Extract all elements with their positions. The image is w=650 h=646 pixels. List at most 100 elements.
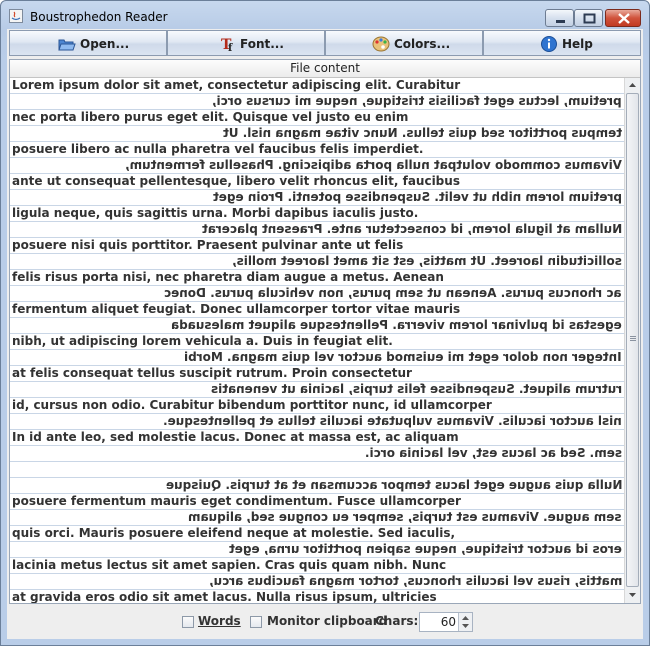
table-row[interactable]: nec porta libero purus eget elit. Quisqu… xyxy=(10,110,624,126)
row-text: Nulla quis augue eget lacus tempor accum… xyxy=(165,478,622,492)
scroll-up-arrow-icon[interactable] xyxy=(625,78,640,93)
row-text: at felis consequat tellus suscipit rutru… xyxy=(12,366,412,380)
open-button[interactable]: Open... xyxy=(9,30,167,56)
row-text: eros id auctor tristique, neque sapien p… xyxy=(229,542,622,556)
table-row[interactable]: posuere fermentum mauris eget condimentu… xyxy=(10,494,624,510)
table-row[interactable]: felis risus porta nisi, nec pharetra dia… xyxy=(10,270,624,286)
maximize-button[interactable] xyxy=(574,9,603,27)
row-text: quis orci. Mauris posuere eleifend neque… xyxy=(12,526,456,540)
row-text: nisl auctor iaculis. Vivamus vulputate i… xyxy=(163,414,622,428)
close-button[interactable] xyxy=(605,9,641,27)
close-icon xyxy=(618,13,630,24)
column-header[interactable]: File content xyxy=(10,60,640,78)
row-text: nec porta libero purus eget elit. Quisqu… xyxy=(12,110,409,124)
table-row[interactable]: posuere libero ac nulla pharetra vel fau… xyxy=(10,142,624,158)
table-row[interactable]: Nullam at ligula lorem, id consectetur a… xyxy=(10,222,624,238)
colors-button[interactable]: Colors... xyxy=(325,30,483,56)
row-text: sem. Sed ac lacus est, vel lacinia orci. xyxy=(365,446,622,460)
row-text: ac rhoncus purus. Aenean ut sem purus, n… xyxy=(164,286,622,300)
table-row[interactable]: Nulla quis augue eget lacus tempor accum… xyxy=(10,478,624,494)
row-text: nibh, ut adipiscing lorem vehicula a. Du… xyxy=(12,334,393,348)
table-row[interactable]: nisl auctor iaculis. Vivamus vulputate i… xyxy=(10,414,624,430)
colors-label: Colors... xyxy=(394,37,451,51)
scrollbar-thumb[interactable] xyxy=(626,93,639,587)
row-text: Vivamus commodo volutpat nulla porta adi… xyxy=(125,158,622,172)
table-row[interactable]: rutrum aliquet. Suspendisse felis turpis… xyxy=(10,382,624,398)
table-row[interactable]: sollicitudin laoreet. Ut mattis, est sit… xyxy=(10,254,624,270)
row-text: sem augue. Vivamus est turpis, semper eu… xyxy=(188,510,622,524)
table-row[interactable]: mattis, risus vel iaculis rhoncus, torto… xyxy=(10,574,624,590)
table-row[interactable]: at felis consequat tellus suscipit rutru… xyxy=(10,366,624,382)
svg-text:f: f xyxy=(228,43,233,53)
row-text: pretium, lectus eget facilisis tristique… xyxy=(212,94,622,108)
row-text: at gravida eros odio sit amet lacus. Nul… xyxy=(12,590,437,603)
words-checkbox[interactable] xyxy=(182,616,194,628)
java-app-icon xyxy=(9,9,23,23)
open-label: Open... xyxy=(80,37,130,51)
table-row[interactable]: pretium lorem nibh ut velit. Suspendisse… xyxy=(10,190,624,206)
table-row[interactable]: eros id auctor tristique, neque sapien p… xyxy=(10,542,624,558)
spinner-buttons[interactable] xyxy=(458,613,472,631)
table-row[interactable] xyxy=(10,462,624,478)
font-icon: T f xyxy=(221,37,233,53)
scroll-down-arrow-icon[interactable] xyxy=(625,587,640,602)
row-text: posuere nisi quis porttitor. Praesent pu… xyxy=(12,238,404,252)
row-text: mattis, risus vel iaculis rhoncus, torto… xyxy=(208,574,622,588)
table-row[interactable]: egestas id pulvinar lorem viverra. Pelle… xyxy=(10,318,624,334)
row-text: pretium lorem nibh ut velit. Suspendisse… xyxy=(212,190,622,204)
table-row[interactable]: Integer non dolor eget mi euismod auctor… xyxy=(10,350,624,366)
table-row[interactable]: tempus porttitor sed quis tellus. Nunc v… xyxy=(10,126,624,142)
table-row[interactable]: lacinia metus lectus sit amet sapien. Cr… xyxy=(10,558,624,574)
minimize-button[interactable] xyxy=(545,9,574,27)
table-row[interactable]: posuere nisi quis porttitor. Praesent pu… xyxy=(10,238,624,254)
vertical-scrollbar[interactable] xyxy=(624,78,640,603)
row-text: Integer non dolor eget mi euismod auctor… xyxy=(184,350,622,364)
row-text: posuere libero ac nulla pharetra vel fau… xyxy=(12,142,424,156)
row-text: tempus porttitor sed quis tellus. Nunc v… xyxy=(222,126,622,140)
table-row[interactable]: Lorem ipsum dolor sit amet, consectetur … xyxy=(10,78,624,94)
chars-spinner[interactable]: 60 xyxy=(419,612,473,632)
spinner-arrows-icon[interactable] xyxy=(459,613,472,631)
table-row[interactable]: In id ante leo, sed molestie lacus. Done… xyxy=(10,430,624,446)
row-text: lacinia metus lectus sit amet sapien. Cr… xyxy=(12,558,447,572)
row-text: In id ante leo, sed molestie lacus. Done… xyxy=(12,430,459,444)
help-button[interactable]: Help xyxy=(483,30,641,56)
table-row[interactable]: nibh, ut adipiscing lorem vehicula a. Du… xyxy=(10,334,624,350)
row-text: id, cursus non odio. Curabitur bibendum … xyxy=(12,398,492,412)
row-text: fermentum aliquet feugiat. Donec ullamco… xyxy=(12,302,461,316)
table-row[interactable]: ante ut consequat pellentesque, libero v… xyxy=(10,174,624,190)
folder-open-icon xyxy=(58,39,76,51)
toolbar: Open... T f Font... Colors... Help xyxy=(9,30,641,56)
info-icon xyxy=(541,36,557,52)
monitor-clipboard-checkbox[interactable] xyxy=(250,616,262,628)
table-row[interactable]: quis orci. Mauris posuere eleifend neque… xyxy=(10,526,624,542)
minimize-icon xyxy=(556,20,565,23)
title-bar[interactable]: Boustrophedon Reader xyxy=(1,1,649,29)
table-body[interactable]: Lorem ipsum dolor sit amet, consectetur … xyxy=(10,78,624,603)
words-label[interactable]: Words xyxy=(198,614,241,628)
row-text: sollicitudin laoreet. Ut mattis, est sit… xyxy=(232,254,622,268)
table-row[interactable]: ligula neque, quis sagittis urna. Morbi … xyxy=(10,206,624,222)
chars-value[interactable]: 60 xyxy=(441,615,456,629)
row-text: rutrum aliquet. Suspendisse felis turpis… xyxy=(210,382,622,396)
table-row[interactable]: ac rhoncus purus. Aenean ut sem purus, n… xyxy=(10,286,624,302)
help-label: Help xyxy=(562,37,593,51)
row-text: Lorem ipsum dolor sit amet, consectetur … xyxy=(12,78,461,92)
monitor-clipboard-label[interactable]: Monitor clipboard xyxy=(267,614,387,628)
row-text: Nullam at ligula lorem, id consectetur a… xyxy=(201,222,622,236)
maximize-icon xyxy=(583,13,596,24)
table-row[interactable]: Vivamus commodo volutpat nulla porta adi… xyxy=(10,158,624,174)
window-title: Boustrophedon Reader xyxy=(30,10,168,24)
table-row[interactable]: pretium, lectus eget facilisis tristique… xyxy=(10,94,624,110)
table-row[interactable]: sem. Sed ac lacus est, vel lacinia orci. xyxy=(10,446,624,462)
table-row[interactable]: at gravida eros odio sit amet lacus. Nul… xyxy=(10,590,624,603)
row-text: egestas id pulvinar lorem viverra. Pelle… xyxy=(171,318,622,332)
table-row[interactable]: id, cursus non odio. Curabitur bibendum … xyxy=(10,398,624,414)
status-bar: Words Monitor clipboard Chars: 60 xyxy=(7,609,643,635)
client-area: Open... T f Font... Colors... Help File … xyxy=(7,29,643,639)
palette-icon xyxy=(372,36,390,52)
table-row[interactable]: fermentum aliquet feugiat. Donec ullamco… xyxy=(10,302,624,318)
font-label: Font... xyxy=(240,37,284,51)
table-row[interactable]: sem augue. Vivamus est turpis, semper eu… xyxy=(10,510,624,526)
font-button[interactable]: T f Font... xyxy=(167,30,325,56)
